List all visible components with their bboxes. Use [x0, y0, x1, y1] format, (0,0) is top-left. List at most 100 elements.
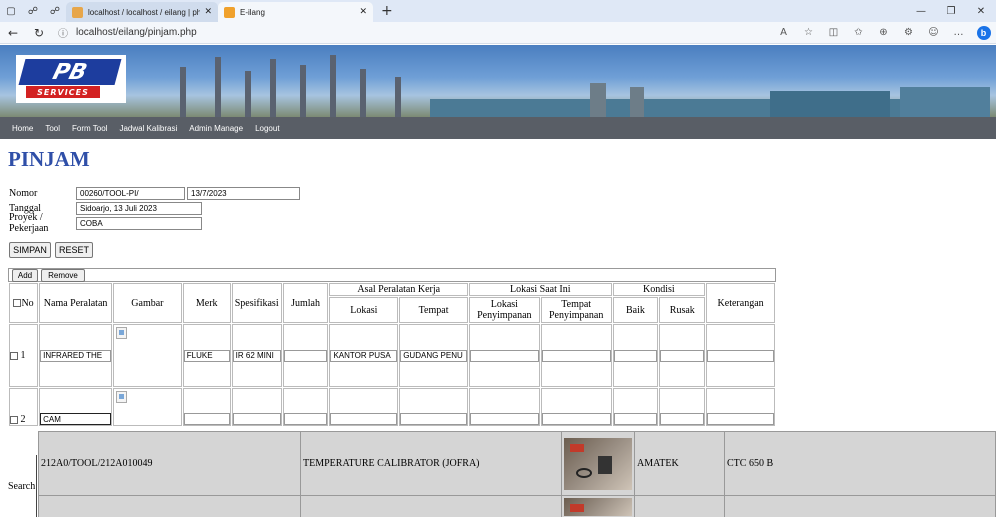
nomor-input[interactable]: 00260/TOOL-PI/ — [76, 186, 185, 200]
calibrator-photo — [564, 437, 632, 490]
header-nama: Nama Peralatan — [39, 283, 113, 323]
header-lokasi-penyimpanan: Lokasi Penyimpanan — [468, 297, 540, 323]
search-result-row[interactable] — [38, 495, 996, 517]
jumlah-input[interactable] — [283, 349, 328, 362]
result-model: CTC 650 B — [724, 431, 996, 496]
browser-tab-phpmyadmin[interactable]: localhost / localhost / eilang | php ✕ — [66, 2, 218, 22]
table-toolbar — [8, 268, 776, 282]
copilot-icon[interactable]: b — [971, 25, 996, 40]
asal-tempat-input[interactable]: GUDANG PENU — [400, 349, 467, 362]
phpmyadmin-favicon-icon — [72, 6, 83, 18]
pinjam-table: No Nama Peralatan Gambar Merk Spesifikas… — [8, 282, 776, 427]
browser-tab-eilang[interactable]: E-ilang ✕ — [218, 2, 373, 22]
result-image — [561, 495, 635, 517]
row-no: 2 — [20, 414, 26, 425]
add-row-button[interactable]: Add — [12, 269, 38, 282]
site-info-icon[interactable]: ⓘ — [58, 25, 68, 40]
favorite-star-icon[interactable]: ☆ — [796, 27, 821, 38]
menu-tool[interactable]: Tool — [39, 124, 66, 133]
broken-image-icon — [116, 327, 128, 339]
company-logo[interactable]: PB SERVICES — [16, 55, 126, 103]
rusak-input[interactable] — [660, 413, 705, 425]
close-window-icon[interactable]: ✕ — [966, 0, 996, 22]
read-aloud-icon[interactable]: A — [771, 27, 796, 38]
header-lokasi-saat-ini: Lokasi Saat Ini — [468, 283, 612, 296]
search-result-row[interactable]: 212A0/TOOL/212A010049 TEMPERATURE CALIBR… — [38, 431, 996, 496]
spesifikasi-input[interactable]: IR 62 MINI — [232, 349, 281, 362]
tempat-penyimpanan-input[interactable] — [541, 413, 611, 425]
logo-mark: PB — [18, 59, 122, 85]
menu-admin-manage[interactable]: Admin Manage — [183, 124, 249, 133]
header-gambar: Gambar — [113, 283, 182, 323]
proyek-label: Proyek / Pekerjaan — [9, 212, 49, 234]
keterangan-input[interactable] — [707, 413, 774, 425]
simpan-button[interactable]: SIMPAN — [9, 242, 51, 258]
tanggal-input[interactable]: Sidoarjo, 13 Juli 2023 — [76, 201, 202, 215]
menu-home[interactable]: Home — [6, 124, 39, 133]
menu-form-tool[interactable]: Form Tool — [66, 124, 113, 133]
workspaces-icon[interactable]: ☍ — [22, 0, 44, 22]
lokasi-penyimpanan-input[interactable] — [469, 349, 539, 362]
collections-icon[interactable]: ☍ — [44, 0, 66, 22]
asal-tempat-input[interactable] — [400, 413, 467, 425]
search-divider — [36, 455, 37, 517]
row-checkbox[interactable] — [10, 415, 18, 424]
result-merk: AMATEK — [634, 431, 725, 496]
table-row: 1 INFRARED THE FLUKE IR 62 MINI KANTOR P… — [9, 324, 775, 387]
nama-input-active[interactable]: CAM — [40, 413, 112, 425]
collections-toolbar-icon[interactable]: ⊕ — [871, 27, 896, 38]
rusak-input[interactable] — [660, 349, 705, 362]
proyek-row: Proyek / Pekerjaan COBA — [9, 212, 202, 234]
proyek-input[interactable]: COBA — [76, 216, 202, 230]
new-tab-icon[interactable]: + — [381, 3, 393, 19]
back-icon[interactable]: ← — [0, 26, 26, 40]
minimize-icon[interactable]: — — [906, 0, 936, 22]
reset-button[interactable]: RESET — [55, 242, 93, 258]
jumlah-input[interactable] — [283, 413, 328, 425]
more-menu-icon[interactable]: … — [946, 27, 971, 38]
keterangan-input[interactable] — [707, 349, 774, 362]
nomor-label: Nomor — [9, 187, 38, 199]
tab-title: localhost / localhost / eilang | php — [88, 7, 201, 17]
asal-lokasi-input[interactable] — [330, 413, 398, 425]
header-baik: Baik — [612, 297, 659, 323]
baik-input[interactable] — [613, 413, 658, 425]
tempat-penyimpanan-input[interactable] — [541, 349, 611, 362]
lokasi-penyimpanan-input[interactable] — [469, 413, 539, 425]
header-merk: Merk — [182, 283, 231, 323]
merk-input[interactable] — [183, 413, 230, 425]
nomor-date-input[interactable]: 13/7/2023 — [187, 186, 300, 200]
favorites-icon[interactable]: ✩ — [846, 27, 871, 38]
browser-tab-bar: ▢ ☍ ☍ localhost / localhost / eilang | p… — [0, 0, 996, 22]
tab-actions-icon[interactable]: ▢ — [0, 0, 22, 22]
row-checkbox[interactable] — [10, 351, 18, 360]
remove-row-button[interactable]: Remove — [41, 269, 85, 282]
split-screen-icon[interactable]: ◫ — [821, 27, 846, 38]
header-keterangan: Keterangan — [706, 283, 775, 323]
baik-input[interactable] — [613, 349, 658, 362]
spesifikasi-input[interactable] — [232, 413, 281, 425]
restore-icon[interactable]: ❐ — [936, 0, 966, 22]
url-field[interactable]: ⓘ localhost/eilang/pinjam.php — [52, 25, 771, 40]
result-image — [561, 431, 635, 496]
close-tab-icon[interactable]: ✕ — [204, 7, 212, 17]
menu-jadwal-kalibrasi[interactable]: Jadwal Kalibrasi — [113, 124, 183, 133]
close-tab-icon[interactable]: ✕ — [359, 7, 367, 17]
header-select-no: No — [9, 283, 39, 323]
asal-lokasi-input[interactable]: KANTOR PUSA — [330, 349, 398, 362]
result-photo — [564, 498, 632, 516]
search-label: Search — [8, 481, 36, 492]
url-text: localhost/eilang/pinjam.php — [76, 27, 197, 38]
extensions-icon[interactable]: ⚙ — [896, 27, 921, 38]
refresh-icon[interactable]: ↻ — [26, 26, 52, 40]
nama-input[interactable]: INFRARED THE — [40, 349, 112, 362]
header-asal-tempat: Tempat — [399, 297, 468, 323]
nomor-row: Nomor 00260/TOOL-PI/ 13/7/2023 — [9, 186, 300, 200]
eilang-favicon-icon — [224, 6, 235, 18]
result-model-empty — [724, 495, 996, 517]
merk-input[interactable]: FLUKE — [183, 349, 230, 362]
menu-logout[interactable]: Logout — [249, 124, 285, 133]
row-select-no: 2 — [9, 388, 39, 426]
header-no: No — [21, 297, 34, 309]
profile-avatar-icon[interactable]: ☺ — [921, 27, 946, 38]
